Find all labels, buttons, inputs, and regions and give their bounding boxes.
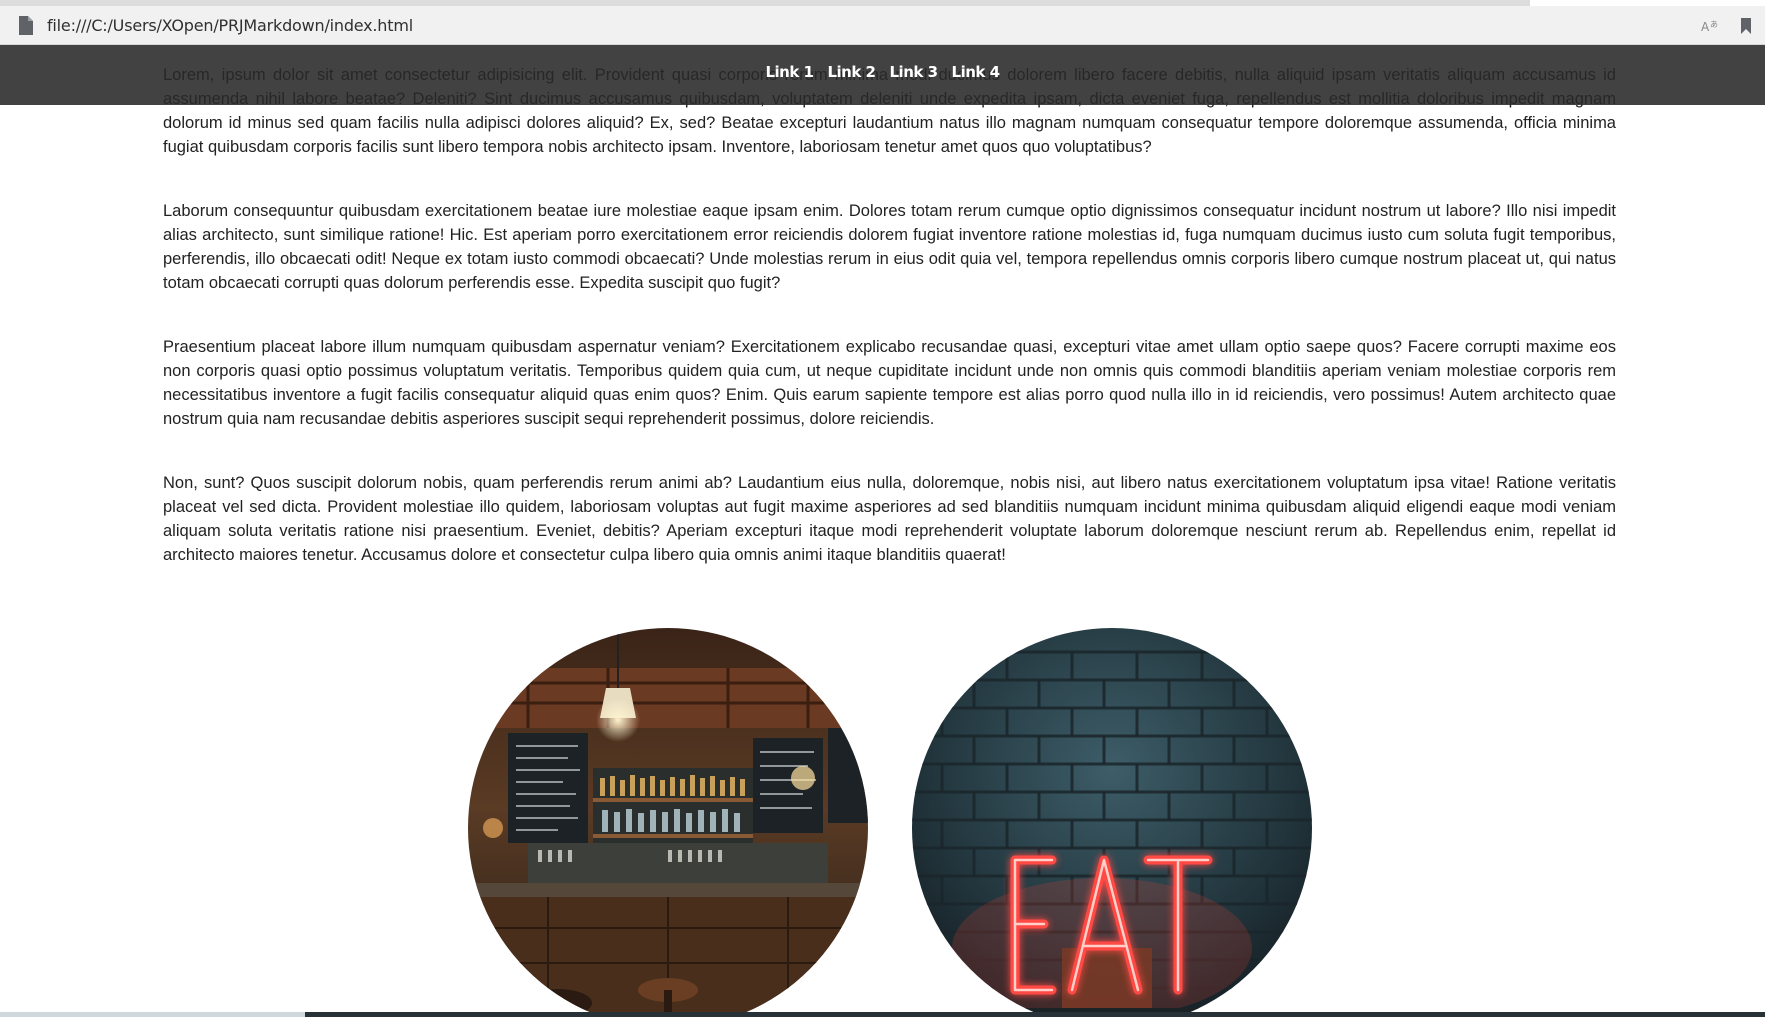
taskbar-segment — [0, 1012, 305, 1017]
read-aloud-icon[interactable]: A あ — [1700, 17, 1720, 35]
neon-eat-sign-photo — [912, 628, 1312, 1012]
page-viewport: Lorem, ipsum dolor sit amet consectetur … — [0, 45, 1765, 1012]
bar-interior-photo — [468, 628, 868, 1012]
svg-text:A: A — [1701, 20, 1710, 34]
nav-link-1[interactable]: Link 1 — [765, 63, 814, 81]
taskbar-strip — [0, 1012, 1765, 1017]
nav-link-4[interactable]: Link 4 — [952, 63, 1001, 81]
top-nav-bar: Link 1 Link 2 Link 3 Link 4 — [0, 45, 1765, 105]
url-text[interactable]: file:///C:/Users/XOpen/PRJMarkdown/index… — [47, 16, 413, 35]
photo-gallery — [0, 628, 1765, 1012]
nav-link-2[interactable]: Link 2 — [827, 63, 876, 81]
paragraph: Non, sunt? Quos suscipit dolorum nobis, … — [163, 474, 1616, 564]
paragraph: Praesentium placeat labore illum numquam… — [163, 338, 1616, 428]
article-content: Lorem, ipsum dolor sit amet consectetur … — [163, 63, 1616, 607]
svg-text:あ: あ — [1710, 20, 1718, 29]
nav-link-3[interactable]: Link 3 — [890, 63, 939, 81]
address-bar[interactable]: file:///C:/Users/XOpen/PRJMarkdown/index… — [0, 6, 1765, 45]
paragraph: Laborum consequuntur quibusdam exercitat… — [163, 202, 1616, 292]
bookmark-icon[interactable] — [1739, 17, 1753, 35]
page-icon — [16, 15, 35, 36]
